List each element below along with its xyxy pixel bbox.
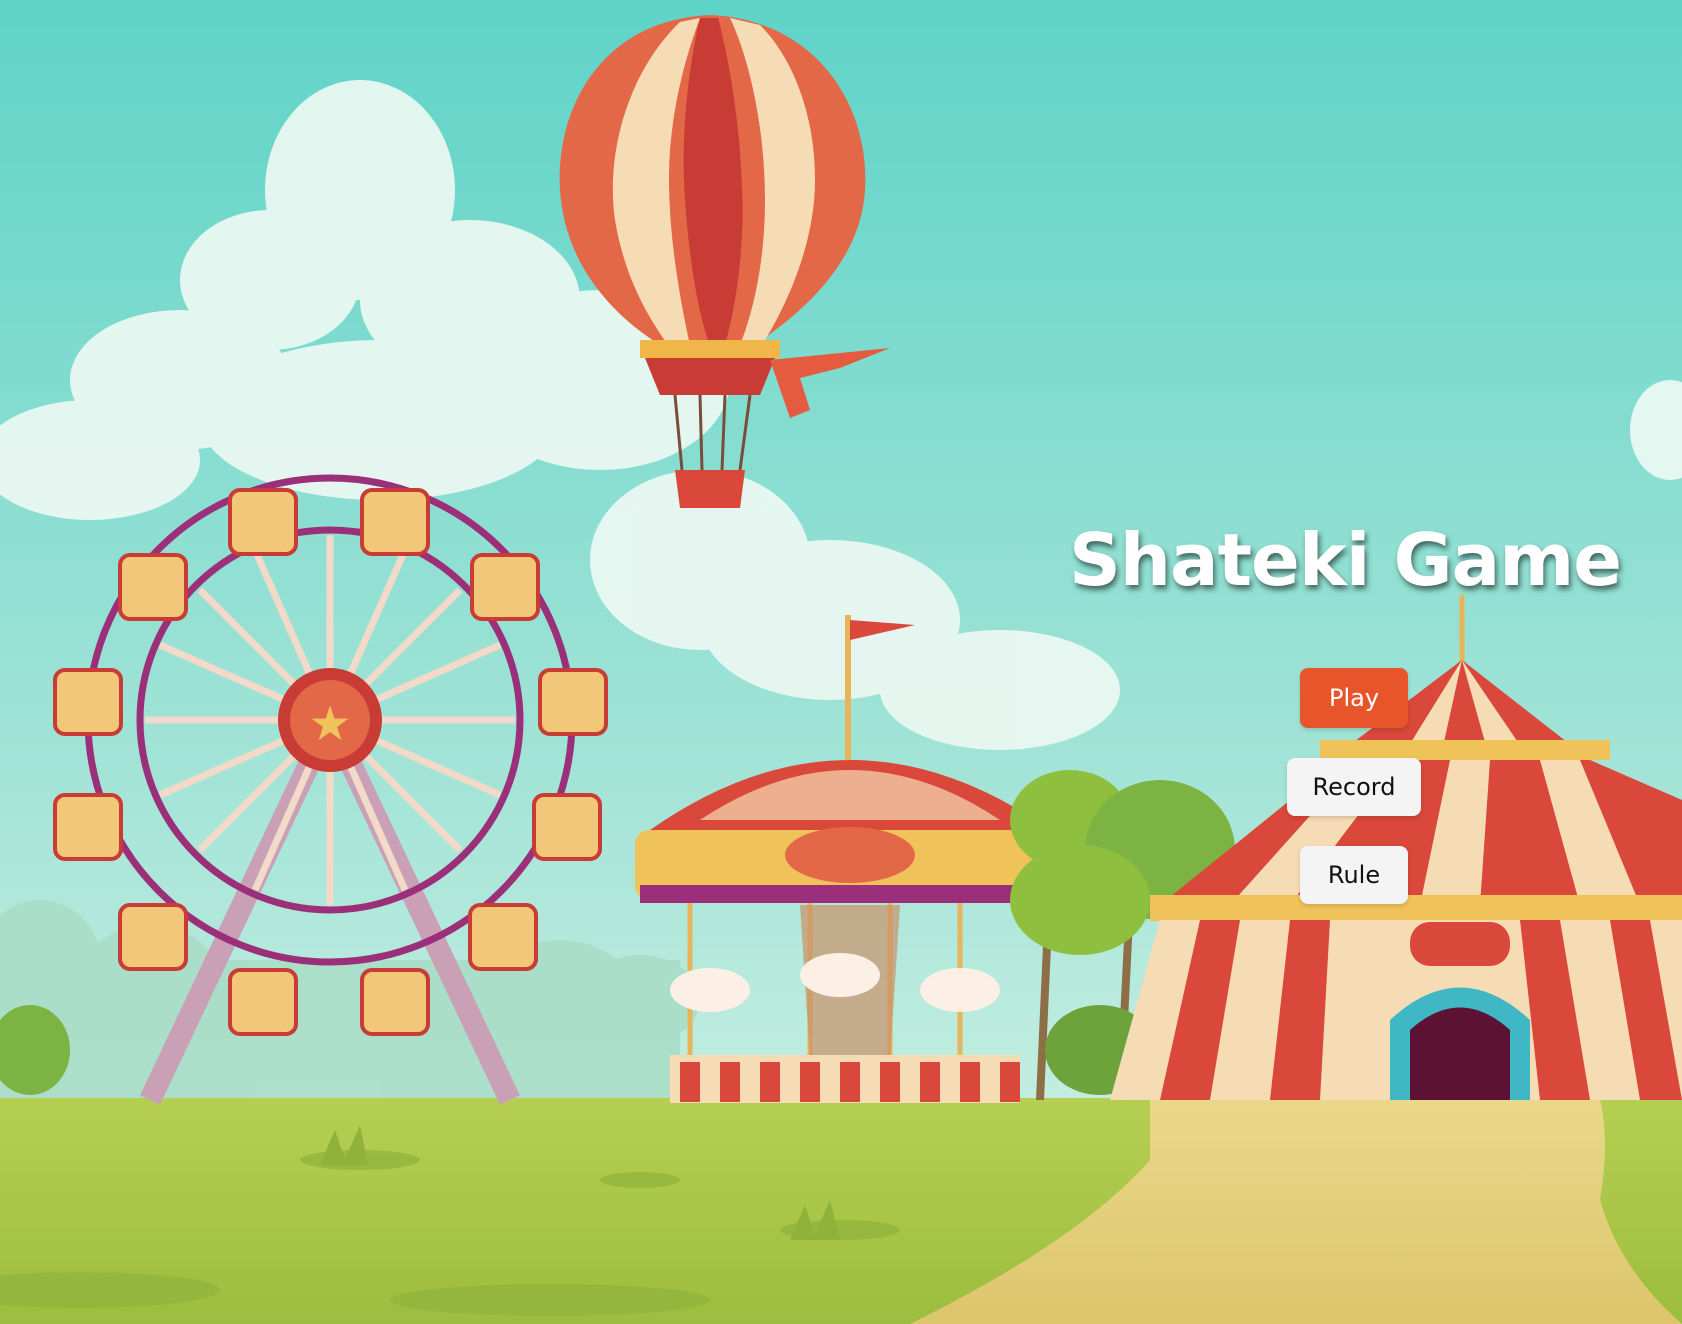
background-scene: ★ xyxy=(0,0,1682,1324)
game-title: Shateki Game xyxy=(1068,518,1622,602)
svg-text:★: ★ xyxy=(308,696,351,752)
play-button[interactable]: Play xyxy=(1300,668,1408,728)
rule-button[interactable]: Rule xyxy=(1300,846,1408,904)
record-button[interactable]: Record xyxy=(1287,758,1421,816)
